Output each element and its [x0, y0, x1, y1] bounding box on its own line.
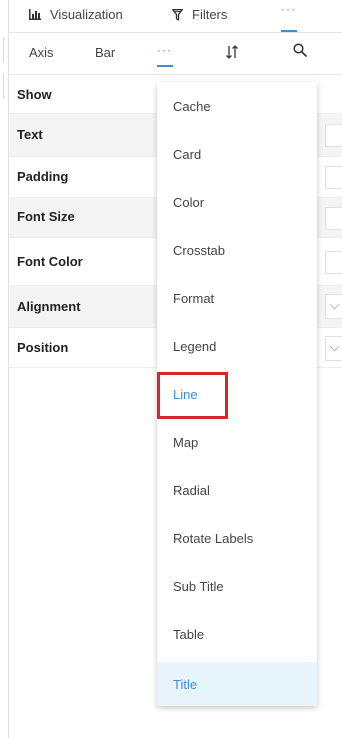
tab-axis[interactable]: Axis: [29, 45, 54, 60]
menu-item-radial[interactable]: Radial: [157, 468, 317, 512]
alignment-select[interactable]: [325, 294, 342, 319]
more-options-dropdown: Cache Card Color Crosstab Format Legend …: [157, 82, 317, 706]
menu-item-title[interactable]: Title: [157, 662, 317, 706]
bar-chart-icon: [29, 9, 41, 20]
more-subtabs-button[interactable]: ···: [157, 43, 173, 67]
property-label: Padding: [17, 169, 69, 184]
property-label: Position: [17, 340, 69, 355]
menu-item-table[interactable]: Table: [157, 612, 317, 656]
menu-item-card[interactable]: Card: [157, 132, 317, 176]
left-gutter: [0, 0, 9, 738]
padding-input[interactable]: [325, 166, 342, 189]
property-label: Font Size: [17, 209, 75, 224]
font-color-input[interactable]: [325, 251, 342, 274]
text-input[interactable]: [325, 124, 342, 147]
filter-icon: [172, 8, 183, 21]
tab-bar[interactable]: Bar: [95, 45, 115, 60]
highlight-annotation: [157, 372, 228, 419]
more-icon: ···: [281, 2, 296, 16]
property-label: Text: [17, 127, 43, 142]
menu-item-sub-title[interactable]: Sub Title: [157, 564, 317, 608]
tab-filters-label: Filters: [192, 7, 228, 22]
menu-item-legend[interactable]: Legend: [157, 324, 317, 368]
chevron-down-icon: [329, 341, 340, 352]
more-tabs-button[interactable]: ···: [281, 2, 297, 32]
menu-item-map[interactable]: Map: [157, 420, 317, 464]
position-select[interactable]: [325, 336, 342, 361]
search-icon[interactable]: [293, 43, 307, 62]
gutter-tick: [0, 38, 4, 62]
font-size-input[interactable]: [325, 207, 342, 230]
tab-visualization[interactable]: Visualization: [29, 7, 123, 22]
menu-item-crosstab[interactable]: Crosstab: [157, 228, 317, 272]
property-label: Show: [17, 87, 52, 102]
chevron-down-icon: [329, 299, 340, 310]
property-label: Font Color: [17, 254, 83, 269]
menu-item-color[interactable]: Color: [157, 180, 317, 224]
tab-visualization-label: Visualization: [50, 7, 123, 22]
menu-item-cache[interactable]: Cache: [157, 84, 317, 128]
gutter-tick: [0, 74, 4, 98]
tab-filters[interactable]: Filters: [172, 7, 227, 22]
menu-item-format[interactable]: Format: [157, 276, 317, 320]
menu-item-rotate-labels[interactable]: Rotate Labels: [157, 516, 317, 560]
property-label: Alignment: [17, 299, 81, 314]
sub-tab-bar: Axis Bar ···: [9, 33, 342, 75]
top-tab-bar: Visualization Filters ···: [9, 0, 342, 33]
sort-icon[interactable]: [225, 44, 239, 65]
more-icon: ···: [157, 43, 172, 57]
